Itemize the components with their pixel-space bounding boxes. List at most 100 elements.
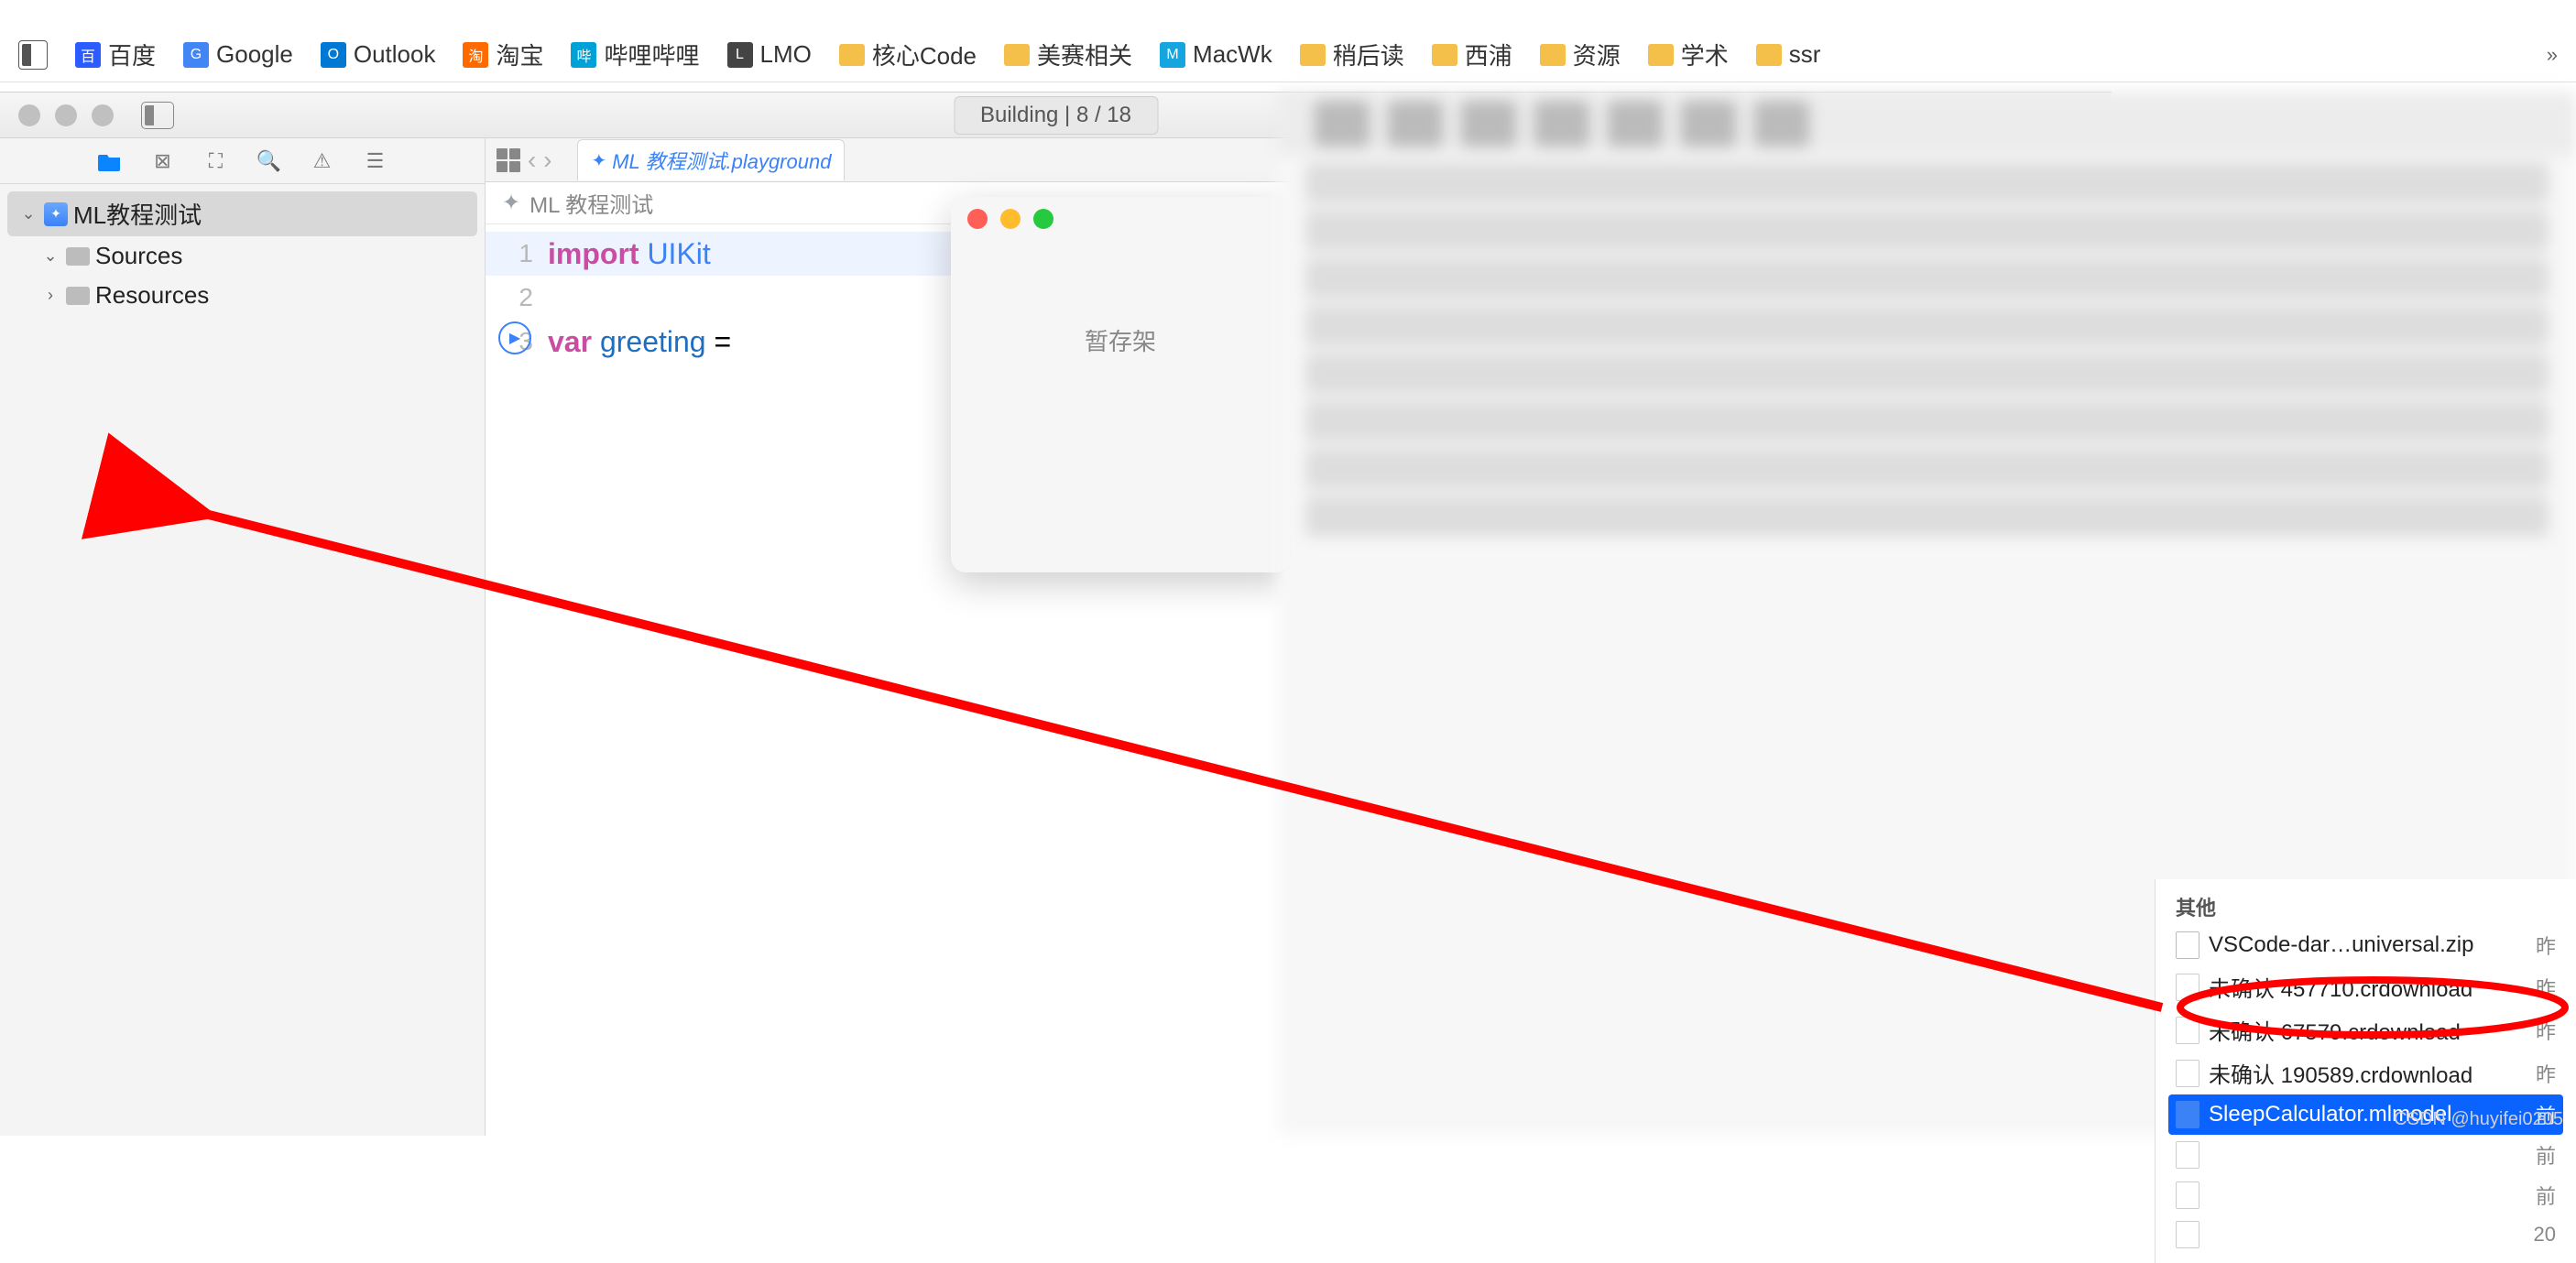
google-icon: G — [183, 42, 209, 68]
test-nav-icon[interactable]: ☰ — [363, 148, 388, 174]
file-name: 未确认 67579.crdownload — [2209, 1014, 2461, 1046]
bookmark-item[interactable]: 淘淘宝 — [463, 38, 543, 71]
jump-bar-label: ML 教程测试 — [529, 187, 653, 219]
bookmark-item[interactable]: 核心Code — [839, 38, 977, 71]
disclosure-triangle-icon[interactable]: › — [40, 286, 60, 305]
finder-section-heading: 其他 — [2168, 888, 2563, 925]
bookmark-item[interactable]: L LMO — [727, 40, 812, 69]
bookmark-label: 美赛相关 — [1037, 38, 1132, 71]
folder-icon — [1540, 44, 1566, 66]
folder-icon — [1648, 44, 1674, 66]
disclosure-triangle-icon[interactable]: ⌄ — [40, 246, 60, 266]
bookmark-item[interactable]: OOutlook — [321, 40, 436, 69]
window-close-button[interactable] — [967, 209, 988, 229]
sources-folder-item[interactable]: ⌄ Sources — [0, 236, 485, 276]
bookmark-item[interactable]: 哔哔哩哔哩 — [571, 38, 699, 71]
sidebar-toggle-icon[interactable] — [18, 40, 48, 70]
finder-file-row[interactable]: 前 — [2168, 1135, 2563, 1175]
bookmark-label: 稍后读 — [1333, 38, 1404, 71]
file-icon — [2176, 1181, 2199, 1209]
disclosure-triangle-icon[interactable]: ⌄ — [18, 204, 38, 223]
file-time: 昨 — [2536, 973, 2556, 1002]
finder-other-section: 其他 VSCode-dar…universal.zip昨未确认 457710.c… — [2155, 879, 2576, 1263]
file-icon — [2176, 1141, 2199, 1169]
resources-label: Resources — [95, 281, 209, 310]
file-icon — [2176, 1101, 2199, 1128]
file-icon — [2176, 1017, 2199, 1044]
file-icon — [2176, 1221, 2199, 1248]
folder-icon — [1756, 44, 1782, 66]
folder-nav-icon[interactable] — [97, 148, 123, 174]
finder-file-row[interactable]: 未确认 457710.crdownload昨 — [2168, 965, 2563, 1008]
bookmark-item[interactable]: 学术 — [1648, 38, 1729, 71]
bookmark-item[interactable]: 西浦 — [1432, 38, 1512, 71]
bookmark-item[interactable]: G Google — [183, 40, 293, 69]
file-time: 昨 — [2536, 1016, 2556, 1045]
finder-file-row[interactable]: 20 — [2168, 1215, 2563, 1254]
file-icon — [2176, 1060, 2199, 1087]
editor-back-forward[interactable]: ‹ › — [528, 146, 551, 175]
run-playground-button[interactable]: ▶ — [498, 321, 531, 354]
folder-icon — [66, 287, 90, 305]
window-minimize-button[interactable] — [1000, 209, 1021, 229]
folder-icon — [1004, 44, 1030, 66]
bookmark-label: 哔哩哔哩 — [604, 38, 699, 71]
search-icon[interactable]: 🔍 — [257, 148, 282, 174]
related-items-icon[interactable] — [497, 148, 520, 172]
finder-file-row[interactable]: 前 — [2168, 1175, 2563, 1215]
navigator-tree: ⌄ ✦ ML教程测试 ⌄ Sources › Resources — [0, 184, 485, 322]
resources-folder-item[interactable]: › Resources — [0, 276, 485, 315]
baidu-icon: 百 — [75, 42, 101, 68]
project-root-label: ML教程测试 — [73, 197, 202, 231]
bookmark-label: Google — [216, 40, 293, 69]
source-control-icon[interactable]: ⊠ — [150, 148, 176, 174]
file-icon — [2176, 931, 2199, 959]
bookmark-label: 西浦 — [1465, 38, 1512, 71]
window-close-button[interactable] — [18, 104, 40, 126]
finder-file-row[interactable]: 未确认 67579.crdownload 昨 — [2168, 1008, 2563, 1051]
editor-tab[interactable]: ✦ ML 教程测试.playground — [577, 139, 845, 180]
watermark: CSDN @huyifei0205 — [2394, 1109, 2563, 1130]
project-navigator: ⊠ ⛶ 🔍 ⚠ ☰ ⌄ ✦ ML教程测试 ⌄ Sources › Resou — [0, 138, 486, 1136]
window-maximize-button[interactable] — [1033, 209, 1053, 229]
bookmark-item[interactable]: MMacWk — [1160, 40, 1272, 69]
navigator-toolbar: ⊠ ⛶ 🔍 ⚠ ☰ — [0, 138, 485, 184]
bookmark-item[interactable]: 美赛相关 — [1004, 38, 1132, 71]
folder-icon — [1432, 44, 1457, 66]
bookmark-item[interactable]: ssr — [1756, 40, 1821, 69]
project-root-item[interactable]: ⌄ ✦ ML教程测试 — [7, 191, 477, 236]
traffic-lights — [18, 104, 114, 126]
file-name: 未确认 190589.crdownload — [2209, 1057, 2472, 1089]
folder-icon — [66, 247, 90, 266]
bookmark-item[interactable]: 稍后读 — [1300, 38, 1404, 71]
file-name: VSCode-dar…universal.zip — [2209, 932, 2473, 958]
bookmark-overflow-chevron-icon[interactable]: » — [2547, 43, 2558, 67]
swift-file-icon: ✦ — [591, 149, 606, 172]
bilibili-icon: 哔 — [571, 42, 596, 68]
file-time: 前 — [2536, 1181, 2556, 1210]
bookmark-label: 淘宝 — [496, 38, 543, 71]
bookmark-label: MacWk — [1193, 40, 1272, 69]
panel-toggle-icon[interactable] — [141, 102, 174, 129]
file-time: 20 — [2534, 1223, 2556, 1247]
issue-nav-icon[interactable]: ⚠ — [310, 148, 335, 174]
build-status: Building | 8 / 18 — [954, 96, 1158, 135]
line-number: 2 — [486, 276, 548, 320]
file-time: 昨 — [2536, 1059, 2556, 1088]
bookmark-item[interactable]: 资源 — [1540, 38, 1621, 71]
file-icon — [2176, 974, 2199, 1001]
window-minimize-button[interactable] — [55, 104, 77, 126]
finder-file-row[interactable]: VSCode-dar…universal.zip 昨 — [2168, 925, 2563, 965]
tab-title: ML 教程测试.playground — [612, 146, 831, 175]
lmo-icon: L — [727, 42, 753, 68]
bookmark-label: 资源 — [1573, 38, 1621, 71]
bookmark-bar: 百百度GGoogleOOutlook淘淘宝哔哔哩哔哩LLMO核心Code美赛相关… — [0, 27, 2576, 82]
bookmark-item[interactable]: 百百度 — [75, 38, 156, 71]
finder-file-row[interactable]: 未确认 190589.crdownload 昨 — [2168, 1051, 2563, 1094]
bookmark-label: LMO — [760, 40, 812, 69]
symbol-nav-icon[interactable]: ⛶ — [203, 148, 229, 174]
bookmark-label: ssr — [1789, 40, 1821, 69]
folder-icon — [1300, 44, 1326, 66]
file-time: 昨 — [2536, 931, 2556, 960]
window-maximize-button[interactable] — [92, 104, 114, 126]
